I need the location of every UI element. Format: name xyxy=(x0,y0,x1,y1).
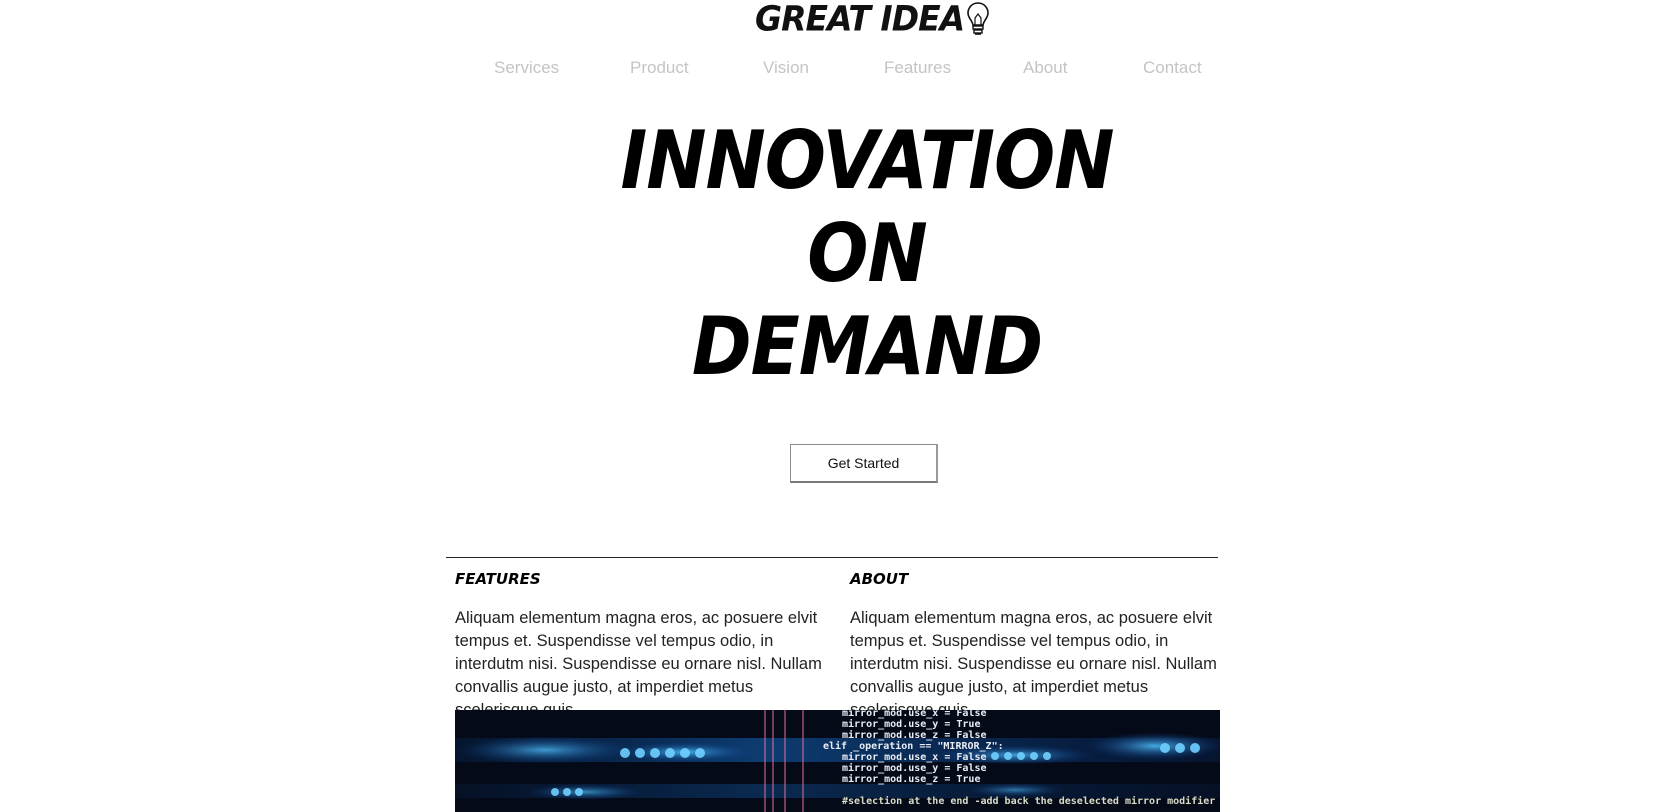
nav-item-about[interactable]: About xyxy=(1023,54,1067,82)
code-line: mirror_mod.use_x = False xyxy=(842,710,987,719)
main-nav: Services Product Vision Features About C… xyxy=(0,54,1662,82)
get-started-button[interactable]: Get Started xyxy=(790,444,938,483)
page: GREAT IDEA Services Product Vision Featu… xyxy=(0,0,1662,812)
code-text: mirror_mod.use_x = False mirror_mod.use_… xyxy=(455,710,1220,812)
code-line: mirror_mod.use_z = True xyxy=(842,774,981,785)
nav-item-features[interactable]: Features xyxy=(884,54,951,82)
code-screen-image: mirror_mod.use_x = False mirror_mod.use_… xyxy=(455,710,1220,812)
code-line: mirror_mod.use_y = False xyxy=(842,763,987,774)
hero-headline-line-2: ON xyxy=(807,205,927,301)
nav-item-product[interactable]: Product xyxy=(630,54,689,82)
code-line: #selection at the end -add back the dese… xyxy=(842,796,1220,807)
features-heading: FEATURES xyxy=(455,570,541,588)
about-text: Aliquam elementum magna eros, ac posuere… xyxy=(850,609,1217,719)
hero-headline-line-1: INNOVATION xyxy=(620,112,1115,208)
code-line: mirror_mod.use_z = False xyxy=(842,730,987,741)
nav-item-contact[interactable]: Contact xyxy=(1143,54,1202,82)
code-line: mirror_mod.use_y = True xyxy=(842,719,981,730)
lightbulb-icon xyxy=(967,2,989,35)
brand-name: GREAT IDEA xyxy=(755,0,965,39)
hero-headline-line-3: DEMAND xyxy=(691,298,1043,394)
nav-item-vision[interactable]: Vision xyxy=(763,54,809,82)
features-text: Aliquam elementum magna eros, ac posuere… xyxy=(455,609,822,719)
section-divider xyxy=(446,557,1218,558)
code-line: elif _operation == "MIRROR_Z": xyxy=(823,741,1004,752)
code-line: mirror_mod.use_x = False xyxy=(842,752,987,763)
brand-logo[interactable]: GREAT IDEA xyxy=(755,0,991,38)
about-heading: ABOUT xyxy=(850,570,909,588)
nav-item-services[interactable]: Services xyxy=(494,54,559,82)
